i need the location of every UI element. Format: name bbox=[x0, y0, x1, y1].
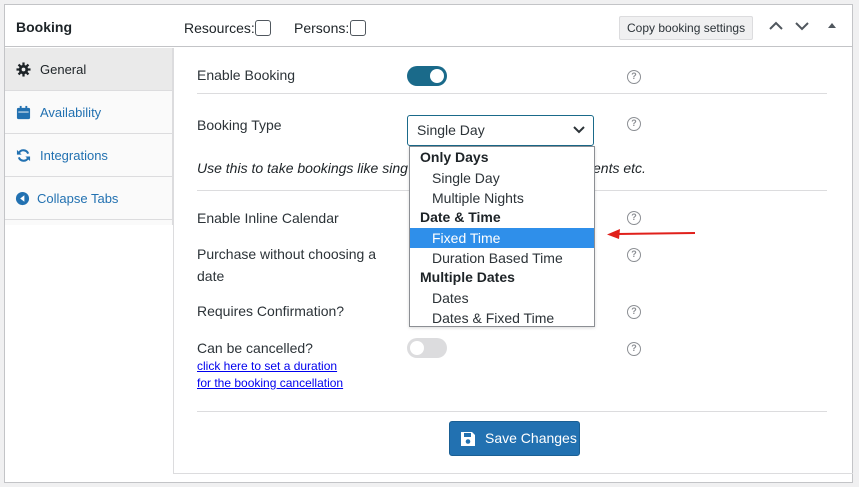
purchase-without-date-label: Purchase without choosing a bbox=[197, 246, 376, 262]
save-changes-button[interactable]: Save Changes bbox=[449, 421, 580, 456]
sidebar-item-label: Collapse Tabs bbox=[37, 191, 119, 206]
booking-panel: Booking Resources: Persons: Copy booking… bbox=[4, 4, 853, 483]
dropdown-group-label: Date & Time bbox=[420, 209, 501, 225]
sidebar-item-label: Integrations bbox=[40, 148, 108, 163]
inline-calendar-label: Enable Inline Calendar bbox=[197, 210, 339, 226]
sidebar-divider bbox=[173, 48, 174, 473]
divider bbox=[197, 411, 827, 412]
panel-header: Booking Resources: Persons: Copy booking… bbox=[5, 5, 852, 47]
divider bbox=[173, 473, 853, 474]
help-icon[interactable]: ? bbox=[627, 248, 641, 262]
can-be-cancelled-label: Can be cancelled? bbox=[197, 340, 313, 356]
enable-booking-label: Enable Booking bbox=[197, 67, 296, 83]
move-down-icon[interactable] bbox=[793, 17, 811, 35]
booking-type-select[interactable]: Single Day bbox=[407, 115, 594, 146]
dropdown-group-label: Multiple Dates bbox=[420, 269, 515, 285]
enable-booking-toggle[interactable] bbox=[407, 66, 447, 86]
dropdown-option[interactable]: Dates & Fixed Time bbox=[410, 308, 594, 328]
sidebar-item-collapse-tabs[interactable]: Collapse Tabs bbox=[5, 177, 172, 220]
sidebar-item-availability[interactable]: Availability bbox=[5, 91, 172, 134]
dropdown-group-label: Only Days bbox=[420, 149, 489, 165]
sidebar-item-integrations[interactable]: Integrations bbox=[5, 134, 172, 177]
booking-type-dropdown: Only Days Single Day Multiple Nights Dat… bbox=[409, 146, 595, 327]
save-icon bbox=[461, 432, 475, 446]
dropdown-option-selected[interactable]: Fixed Time bbox=[410, 228, 594, 248]
help-icon[interactable]: ? bbox=[627, 342, 641, 356]
gear-icon bbox=[16, 62, 31, 77]
dropdown-option[interactable]: Dates bbox=[410, 288, 594, 308]
purchase-without-date-label-2: date bbox=[197, 268, 225, 284]
persons-checkbox[interactable] bbox=[350, 20, 366, 36]
booking-type-label: Booking Type bbox=[197, 117, 282, 133]
chevron-down-icon bbox=[573, 126, 585, 134]
save-changes-label: Save Changes bbox=[485, 430, 577, 446]
sidebar-item-label: Availability bbox=[40, 105, 102, 120]
help-icon[interactable]: ? bbox=[627, 70, 641, 84]
help-icon[interactable]: ? bbox=[627, 305, 641, 319]
calendar-icon bbox=[16, 105, 31, 120]
panel-title: Booking bbox=[16, 19, 72, 35]
dropdown-option[interactable]: Single Day bbox=[410, 168, 594, 188]
dropdown-option[interactable]: Duration Based Time bbox=[410, 248, 594, 268]
requires-confirmation-label: Requires Confirmation? bbox=[197, 303, 345, 319]
booking-type-description-end: ents etc. bbox=[593, 160, 646, 176]
booking-type-value: Single Day bbox=[417, 122, 485, 138]
can-be-cancelled-toggle[interactable] bbox=[407, 338, 447, 358]
cancellation-duration-link-2[interactable]: for the booking cancellation bbox=[197, 375, 343, 392]
sidebar-item-general[interactable]: General bbox=[5, 48, 172, 91]
persons-label: Persons: bbox=[294, 20, 350, 36]
collapse-left-icon bbox=[15, 191, 30, 206]
cancellation-duration-link[interactable]: click here to set a duration bbox=[197, 358, 337, 375]
sidebar-item-label: General bbox=[40, 62, 87, 77]
annotation-arrow-icon bbox=[607, 229, 696, 239]
copy-booking-settings-button[interactable]: Copy booking settings bbox=[619, 16, 754, 40]
collapse-panel-icon[interactable] bbox=[823, 17, 841, 35]
sync-icon bbox=[16, 149, 31, 162]
dropdown-option[interactable]: Multiple Nights bbox=[410, 188, 594, 208]
help-icon[interactable]: ? bbox=[627, 117, 641, 131]
resources-label: Resources: bbox=[184, 20, 255, 36]
divider bbox=[197, 93, 827, 94]
booking-type-description: Use this to take bookings like sing bbox=[197, 160, 408, 176]
resources-checkbox[interactable] bbox=[255, 20, 271, 36]
move-up-icon[interactable] bbox=[767, 17, 785, 35]
help-icon[interactable]: ? bbox=[627, 211, 641, 225]
sidebar: General Availability Integrations Collap… bbox=[5, 48, 173, 225]
